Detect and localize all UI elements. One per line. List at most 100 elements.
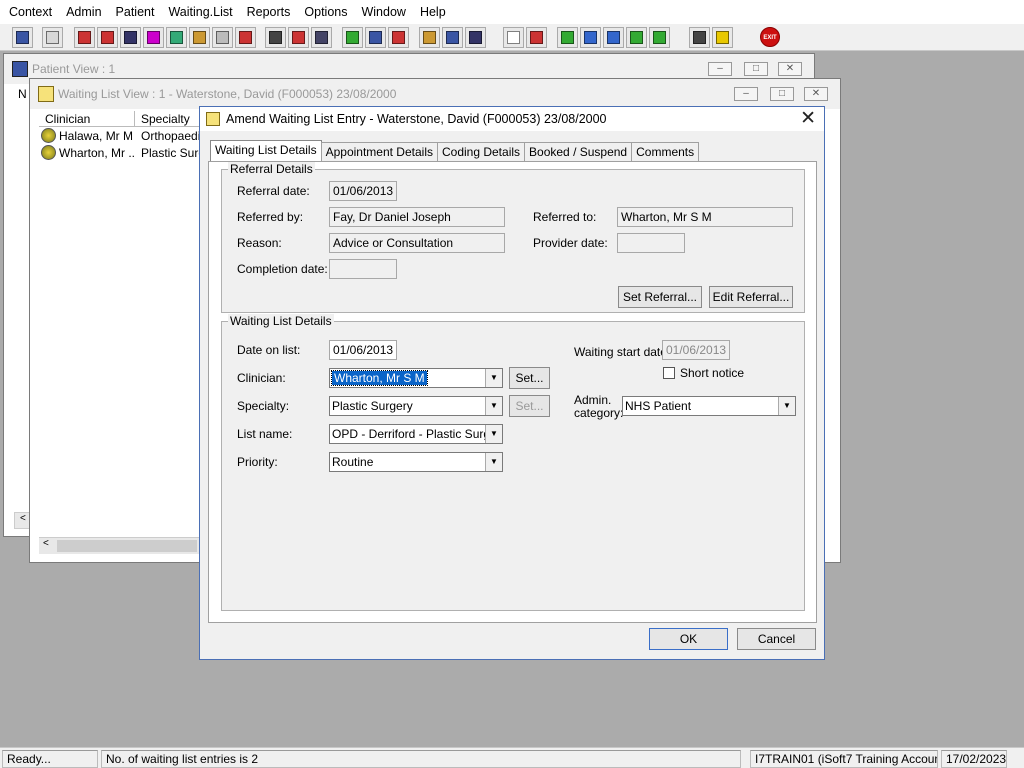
toolbar-button-22[interactable] xyxy=(557,27,578,48)
chevron-down-icon[interactable]: ▼ xyxy=(485,425,502,443)
toolbar-button-25[interactable] xyxy=(626,27,647,48)
ok-button[interactable]: OK xyxy=(649,628,728,650)
clinician-value: Wharton, Mr S M xyxy=(331,370,428,386)
toolbar-button-20[interactable] xyxy=(503,27,524,48)
toolbar-button-7[interactable] xyxy=(166,27,187,48)
tab-booked-suspend[interactable]: Booked / Suspend xyxy=(524,142,633,161)
tab-appointment-details[interactable]: Appointment Details xyxy=(320,142,438,161)
patient-view-close-button[interactable]: ✕ xyxy=(778,62,802,76)
referral-details-legend: Referral Details xyxy=(228,162,315,176)
clinician-label: Clinician: xyxy=(237,371,286,385)
clinician-dropdown[interactable]: Wharton, Mr S M ▼ xyxy=(329,368,503,388)
toolbar-button-3[interactable] xyxy=(74,27,95,48)
waiting-list-hscroll-thumb[interactable] xyxy=(57,540,197,552)
cancel-button[interactable]: Cancel xyxy=(737,628,816,650)
toolbar-button-16[interactable] xyxy=(388,27,409,48)
column-header-specialty[interactable]: Specialty xyxy=(135,111,205,127)
completion-date-label: Completion date: xyxy=(237,262,328,276)
toolbar-button-5[interactable] xyxy=(120,27,141,48)
toolbar-button-19[interactable] xyxy=(465,27,486,48)
toolbar-button-15[interactable] xyxy=(365,27,386,48)
specialty-dropdown[interactable]: Plastic Surgery ▼ xyxy=(329,396,503,416)
toolbar-button-28[interactable] xyxy=(712,27,733,48)
tab-waiting-list-details[interactable]: Waiting List Details xyxy=(210,140,322,161)
column-header-clinician[interactable]: Clinician xyxy=(39,111,135,127)
toolbar-button-1[interactable] xyxy=(12,27,33,48)
dialog-close-button[interactable]: ✕ xyxy=(800,109,816,129)
status-entry-count: No. of waiting list entries is 2 xyxy=(101,750,741,768)
menu-help[interactable]: Help xyxy=(413,0,453,24)
waiting-list-view-titlebar[interactable]: Waiting List View : 1 - Waterstone, Davi… xyxy=(30,79,840,109)
patient-view-minimize-button[interactable]: – xyxy=(708,62,732,76)
waiting-list-close-button[interactable]: ✕ xyxy=(804,87,828,101)
warning-icon xyxy=(716,31,729,44)
dialog-titlebar[interactable]: Amend Waiting List Entry - Waterstone, D… xyxy=(200,107,824,131)
short-notice-checkbox[interactable] xyxy=(663,367,675,379)
waiting-entry-icon xyxy=(41,128,56,143)
set-referral-button[interactable]: Set Referral... xyxy=(618,286,702,308)
toolbar-button-4[interactable] xyxy=(97,27,118,48)
referred-by-label: Referred by: xyxy=(237,210,304,224)
provider-date-field xyxy=(617,233,685,253)
amend-waiting-list-dialog: Amend Waiting List Entry - Waterstone, D… xyxy=(199,106,825,660)
row-2-specialty[interactable]: Plastic Surge xyxy=(141,145,201,161)
menu-admin[interactable]: Admin xyxy=(59,0,108,24)
waiting-list-maximize-button[interactable]: □ xyxy=(770,87,794,101)
toolbar-button-14[interactable] xyxy=(342,27,363,48)
list-name-dropdown[interactable]: OPD - Derriford - Plastic Surgery ▼ xyxy=(329,424,503,444)
chevron-down-icon[interactable]: ▼ xyxy=(778,397,795,415)
toolbar-button-2[interactable] xyxy=(42,27,63,48)
menu-options[interactable]: Options xyxy=(297,0,354,24)
patient-view-maximize-button[interactable]: □ xyxy=(744,62,768,76)
clock-icon xyxy=(292,31,305,44)
waiting-list-minimize-button[interactable]: – xyxy=(734,87,758,101)
toolbar-button-11[interactable] xyxy=(265,27,286,48)
toolbar-button-9[interactable] xyxy=(212,27,233,48)
timer-icon xyxy=(392,31,405,44)
toolbar-button-10[interactable] xyxy=(235,27,256,48)
status-bar: Ready... No. of waiting list entries is … xyxy=(0,747,1024,768)
globe-icon xyxy=(561,31,574,44)
toolbar-button-26[interactable] xyxy=(649,27,670,48)
edit-referral-button[interactable]: Edit Referral... xyxy=(709,286,793,308)
toolbar-button-6[interactable] xyxy=(143,27,164,48)
task-icon xyxy=(607,31,620,44)
chevron-down-icon[interactable]: ▼ xyxy=(485,453,502,471)
toolbar-button-21[interactable] xyxy=(526,27,547,48)
chevron-down-icon[interactable]: ▼ xyxy=(485,397,502,415)
referred-to-field: Wharton, Mr S M xyxy=(617,207,793,227)
list-name-value: OPD - Derriford - Plastic Surgery xyxy=(332,427,503,441)
note-icon xyxy=(369,31,382,44)
admin-category-value: NHS Patient xyxy=(625,399,692,413)
date-on-list-label: Date on list: xyxy=(237,343,301,357)
toolbar-button-12[interactable] xyxy=(288,27,309,48)
chevron-down-icon[interactable]: ▼ xyxy=(485,369,502,387)
toolbar-button-18[interactable] xyxy=(442,27,463,48)
short-notice-label: Short notice xyxy=(680,366,745,380)
clinician-set-button[interactable]: Set... xyxy=(509,367,550,389)
row-2-clinician[interactable]: Wharton, Mr ... xyxy=(59,145,135,161)
toolbar-button-17[interactable] xyxy=(419,27,440,48)
priority-dropdown[interactable]: Routine ▼ xyxy=(329,452,503,472)
row-1-clinician[interactable]: Halawa, Mr M xyxy=(59,128,135,144)
admin-category-dropdown[interactable]: NHS Patient ▼ xyxy=(622,396,796,416)
menu-reports[interactable]: Reports xyxy=(240,0,298,24)
row-1-specialty[interactable]: Orthopaedic xyxy=(141,128,201,144)
menu-window[interactable]: Window xyxy=(354,0,412,24)
exit-button[interactable]: EXIT xyxy=(760,27,780,47)
date-on-list-input[interactable]: 01/06/2013 xyxy=(329,340,397,360)
tab-coding-details[interactable]: Coding Details xyxy=(436,142,526,161)
menu-waiting-list[interactable]: Waiting.List xyxy=(161,0,239,24)
specialty-set-button: Set... xyxy=(509,395,550,417)
toolbar-button-27[interactable] xyxy=(689,27,710,48)
menu-context[interactable]: Context xyxy=(2,0,59,24)
menu-patient[interactable]: Patient xyxy=(109,0,162,24)
toolbar-button-8[interactable] xyxy=(189,27,210,48)
patient-icon xyxy=(16,31,29,44)
patient-view-column-header: N xyxy=(18,87,27,101)
waiting-list-hscrollbar[interactable]: < xyxy=(39,537,199,554)
toolbar-button-24[interactable] xyxy=(603,27,624,48)
toolbar-button-23[interactable] xyxy=(580,27,601,48)
toolbar-button-13[interactable] xyxy=(311,27,332,48)
tab-comments[interactable]: Comments xyxy=(631,142,700,161)
